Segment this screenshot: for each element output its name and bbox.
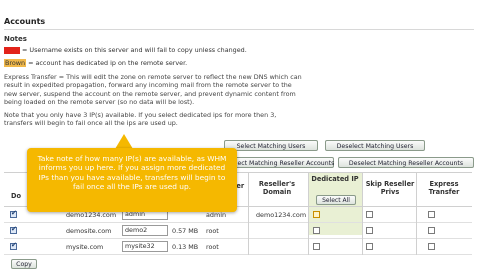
brown-note-text: = account has dedicated ip on the remote… xyxy=(28,59,188,67)
select-all-dedicated-ip-button[interactable]: Select All xyxy=(316,195,356,205)
column-header-express-transfer: Express Transfer xyxy=(428,180,460,196)
username-input[interactable]: mysite32 xyxy=(122,241,168,252)
row-size: 0.13 MB xyxy=(172,243,199,251)
table-row: mysite.com mysite32 0.13 MB root xyxy=(4,239,472,255)
row-select-checkbox[interactable] xyxy=(10,209,17,218)
express-line: Express Transfer = This will edit the zo… xyxy=(4,73,302,81)
ip-availability-note: Note that you only have 3 IP(s) availabl… xyxy=(4,111,276,128)
row-domain: demosite.com xyxy=(66,227,112,235)
column-header-skip-reseller-privs: Skip Reseller Privs xyxy=(365,180,415,196)
row-owner: root xyxy=(206,227,219,235)
column-divider xyxy=(248,172,249,255)
column-header-dedicated-ip: Dedicated IP xyxy=(311,175,359,183)
select-matching-reseller-accounts-button[interactable]: Select Matching Reseller Accounts xyxy=(224,157,334,168)
tooltip-arrow xyxy=(115,134,133,149)
column-header-resellers-domain: Reseller's Domain xyxy=(258,180,296,196)
column-header-do: Do xyxy=(10,192,21,200)
red-note-text: = Username exists on this server and wil… xyxy=(22,46,247,54)
row-select-checkbox[interactable] xyxy=(10,225,17,234)
red-note: = Username exists on this server and wil… xyxy=(4,46,247,54)
express-transfer-note: Express Transfer = This will edit the zo… xyxy=(4,73,302,106)
dedicated-ip-checkbox[interactable] xyxy=(313,211,320,218)
dedicated-ip-checkbox[interactable] xyxy=(313,243,320,250)
row-owner: admin xyxy=(206,211,227,219)
express-line: being loaded on the remote server (so no… xyxy=(4,97,195,106)
tutorial-tooltip: Take note of how many IP(s) are availabl… xyxy=(27,148,237,212)
column-divider xyxy=(416,172,417,255)
express-transfer-checkbox[interactable] xyxy=(428,227,435,234)
row-reseller-domain: demo1234.com xyxy=(256,211,307,219)
dedicated-ip-checkbox[interactable] xyxy=(313,227,320,234)
red-swatch xyxy=(4,46,20,54)
brown-note: Brown = account has dedicated ip on the … xyxy=(4,59,187,67)
brown-highlight: Brown xyxy=(4,59,27,67)
deselect-matching-users-button[interactable]: Deselect Matching Users xyxy=(325,140,425,151)
deselect-matching-reseller-accounts-button[interactable]: Deselect Matching Reseller Accounts xyxy=(338,157,474,168)
username-input[interactable]: demo2 xyxy=(122,225,168,236)
row-select-checkbox[interactable] xyxy=(10,241,17,250)
ip-line: transfers will begin to fail once all th… xyxy=(4,119,178,128)
row-size: 0.57 MB xyxy=(172,227,199,235)
divider xyxy=(4,29,474,30)
row-domain: mysite.com xyxy=(66,243,104,251)
row-domain: demo1234.com xyxy=(66,211,117,219)
notes-heading: Notes xyxy=(4,35,27,43)
select-matching-users-button[interactable]: Select Matching Users xyxy=(224,140,318,151)
express-line: result in expedited propagation, forward… xyxy=(4,81,292,90)
skip-reseller-privs-checkbox[interactable] xyxy=(366,211,373,218)
express-line: new server, suspend the account on the r… xyxy=(4,89,296,98)
express-transfer-checkbox[interactable] xyxy=(428,211,435,218)
skip-reseller-privs-checkbox[interactable] xyxy=(366,243,373,250)
skip-reseller-privs-checkbox[interactable] xyxy=(366,227,373,234)
row-owner: root xyxy=(206,243,219,251)
express-transfer-checkbox[interactable] xyxy=(428,243,435,250)
table-row: demosite.com demo2 0.57 MB root xyxy=(4,223,472,239)
ip-line: Note that you only have 3 IP(s) availabl… xyxy=(4,111,277,119)
column-divider xyxy=(362,172,363,255)
column-divider xyxy=(308,172,309,255)
page-title: Accounts xyxy=(4,17,46,26)
copy-button[interactable]: Copy xyxy=(11,259,37,269)
